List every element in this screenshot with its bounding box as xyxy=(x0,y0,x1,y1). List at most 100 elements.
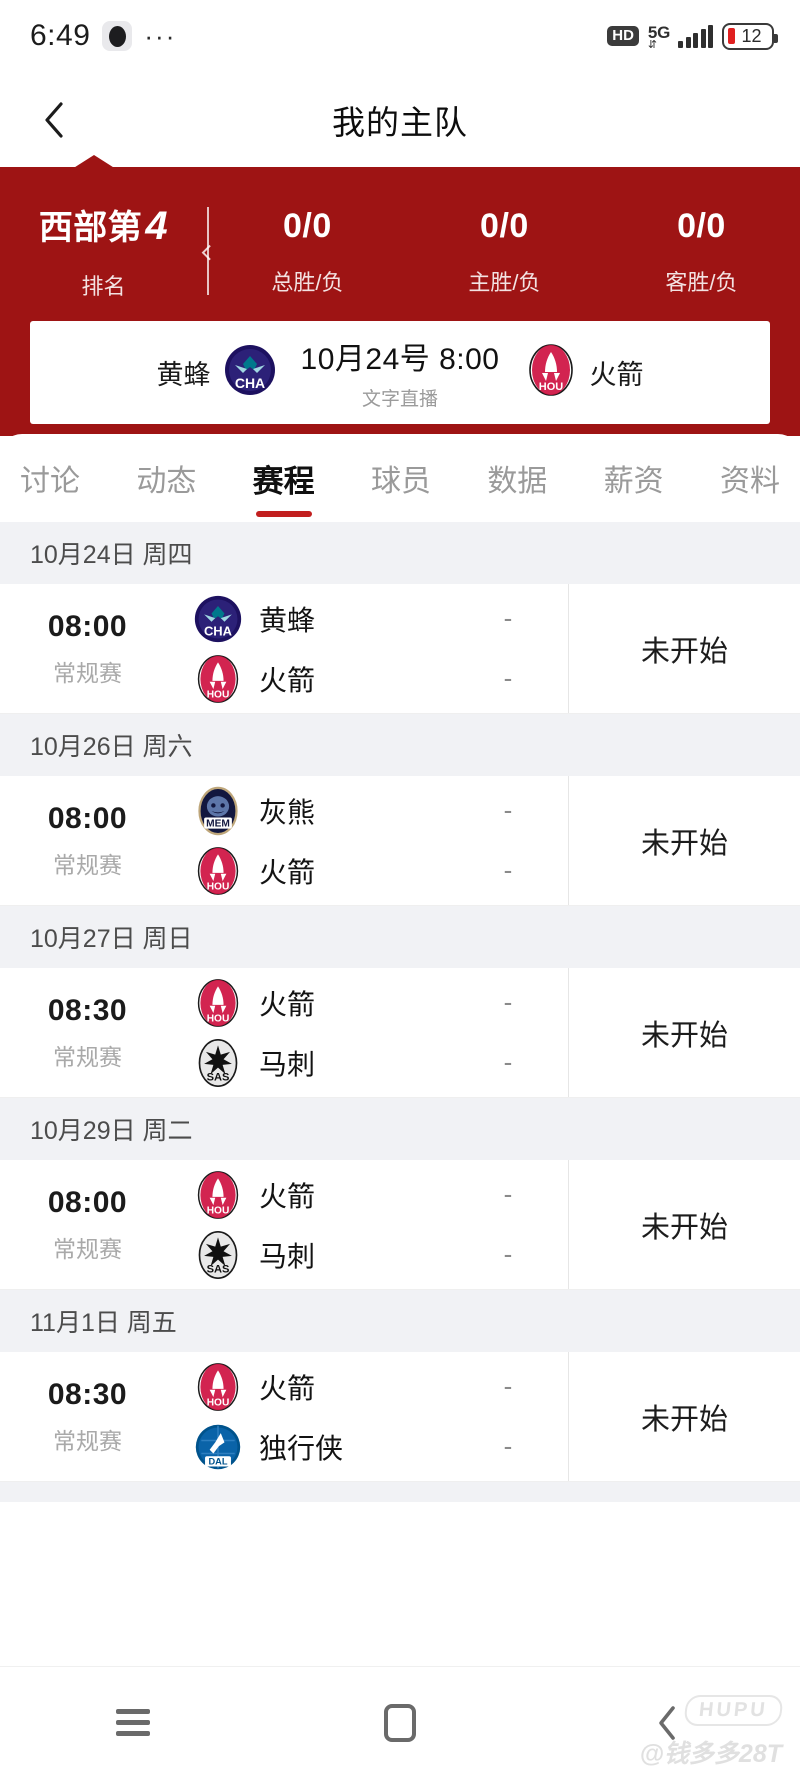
game-team-name: 火箭 xyxy=(259,1180,316,1212)
next-game-card[interactable]: 黄蜂 CHA 10月24号 8:00 文字直播 HOU 火箭 xyxy=(30,321,770,424)
game-time: 08:00 xyxy=(47,609,128,643)
team-hero-banner: 西部第4 排名 0/0 总胜/负 0/0 主胜/负 0/0 客胜/负 黄蜂 CH… xyxy=(0,155,800,436)
game-team-score: - xyxy=(503,1431,513,1461)
game-team-row: SAS 马刺 - xyxy=(175,1036,568,1090)
game-time-column: 08:00 常规赛 xyxy=(0,1160,175,1289)
mem-grizzlies-logo: MEM xyxy=(193,786,243,836)
stats-divider xyxy=(206,207,209,295)
game-team-name: 独行侠 xyxy=(259,1432,344,1464)
svg-text:HOU: HOU xyxy=(207,1205,230,1216)
next-game-info: 10月24号 8:00 文字直播 xyxy=(283,334,518,411)
schedule-date-header: 10月24日 周四 xyxy=(0,522,800,584)
game-kind: 常规赛 xyxy=(53,1427,122,1454)
stat-total-record[interactable]: 0/0 总胜/负 xyxy=(209,205,406,298)
schedule-game-row[interactable]: 08:30 常规赛 HOU 火箭 - xyxy=(0,1352,800,1482)
next-game-away-name: 火箭 xyxy=(589,360,644,390)
sas-spurs-logo: SAS xyxy=(193,1230,243,1280)
game-team-score: - xyxy=(503,603,513,633)
game-status: 未开始 xyxy=(568,1160,800,1289)
battery-fill xyxy=(728,28,735,44)
tab-bar: 讨论 动态 赛程 球员 数据 薪资 资料 xyxy=(0,434,800,522)
schedule-list: 10月24日 周四 08:00 常规赛 CHA 黄蜂 - HOU 火箭 - 未开… xyxy=(0,522,800,1502)
game-team-row: MEM 灰熊 - xyxy=(175,784,568,838)
tab-discussion[interactable]: 讨论 xyxy=(16,456,84,500)
data-arrows-icon: ⇵ xyxy=(647,38,658,51)
schedule-game-row[interactable]: 08:00 常规赛 MEM 灰熊 - HOU 火箭 - 未开始 xyxy=(0,776,800,906)
network-type-icon: 5G ⇵ xyxy=(647,22,670,51)
schedule-game-row[interactable]: 08:00 常规赛 HOU 火箭 - SAS 马刺 - 未开始 xyxy=(0,1160,800,1290)
next-game-away-side: HOU 火箭 xyxy=(518,343,733,402)
game-team-score: - xyxy=(503,663,513,693)
system-back-button[interactable] xyxy=(607,1704,727,1742)
page-title: 我的主队 xyxy=(332,103,468,141)
hou-rockets-logo: HOU xyxy=(193,1170,243,1220)
status-bar-left: 6:49 ··· xyxy=(30,19,176,53)
stat-home-record[interactable]: 0/0 主胜/负 xyxy=(406,205,603,298)
game-time-column: 08:00 常规赛 xyxy=(0,584,175,713)
game-team-name: 火箭 xyxy=(259,988,316,1020)
game-team-name: 黄蜂 xyxy=(259,604,316,636)
back-button[interactable] xyxy=(32,98,76,142)
tab-stats[interactable]: 数据 xyxy=(483,456,551,500)
tab-salary[interactable]: 薪资 xyxy=(600,456,668,500)
game-team-name: 火箭 xyxy=(259,664,316,696)
hd-icon: HD xyxy=(607,26,639,46)
network-label: 5G xyxy=(647,22,670,42)
next-game-home-name: 黄蜂 xyxy=(156,360,211,390)
stat-rank-number: 4 xyxy=(145,204,169,248)
tab-profile[interactable]: 资料 xyxy=(716,456,784,500)
game-team-row: HOU 火箭 - xyxy=(175,1360,568,1414)
tab-schedule[interactable]: 赛程 xyxy=(249,456,319,517)
game-team-name: 马刺 xyxy=(259,1240,316,1272)
game-time-column: 08:00 常规赛 xyxy=(0,776,175,905)
battery-icon: 12 xyxy=(722,22,778,50)
hou-rockets-logo: HOU xyxy=(193,1362,243,1412)
hou-rockets-logo: HOU xyxy=(193,846,243,896)
game-status: 未开始 xyxy=(568,968,800,1097)
svg-text:SAS: SAS xyxy=(207,1071,230,1083)
game-kind: 常规赛 xyxy=(53,1043,122,1070)
stat-rank-value: 西部第4 xyxy=(0,201,207,251)
svg-text:HOU: HOU xyxy=(207,881,230,892)
game-team-score: - xyxy=(503,855,513,885)
svg-text:CHA: CHA xyxy=(234,375,264,391)
svg-text:HOU: HOU xyxy=(207,689,230,700)
game-team-score: - xyxy=(503,795,513,825)
system-navigation-bar xyxy=(0,1666,800,1778)
cha-hornets-logo: CHA xyxy=(223,343,277,402)
game-team-row: CHA 黄蜂 - xyxy=(175,592,568,646)
status-time: 6:49 xyxy=(30,19,91,52)
home-button[interactable] xyxy=(340,1703,460,1742)
tab-label: 数据 xyxy=(487,465,548,498)
tab-news[interactable]: 动态 xyxy=(132,456,200,500)
next-game-home-side: 黄蜂 CHA xyxy=(68,343,283,402)
game-team-score: - xyxy=(503,1179,513,1209)
tab-label: 赛程 xyxy=(252,463,315,499)
game-team-score: - xyxy=(503,1239,513,1269)
schedule-game-row[interactable]: 08:00 常规赛 CHA 黄蜂 - HOU 火箭 - 未开始 xyxy=(0,584,800,714)
stat-away-record[interactable]: 0/0 客胜/负 xyxy=(603,205,800,298)
game-kind: 常规赛 xyxy=(53,659,122,686)
battery-percent: 12 xyxy=(741,25,762,46)
tabs-container: 讨论 动态 赛程 球员 数据 薪资 资料 xyxy=(0,434,800,522)
schedule-date-header: 10月27日 周日 xyxy=(0,906,800,968)
stat-rank[interactable]: 西部第4 排名 xyxy=(0,201,207,301)
schedule-game-row[interactable]: 08:30 常规赛 HOU 火箭 - xyxy=(0,968,800,1098)
game-team-name: 马刺 xyxy=(259,1048,316,1080)
dal-mavericks-logo: DAL xyxy=(193,1422,243,1472)
tab-label: 球员 xyxy=(370,465,431,498)
tab-players[interactable]: 球员 xyxy=(367,456,435,500)
status-bar: 6:49 ··· HD 5G ⇵ 12 xyxy=(0,0,800,72)
chevron-left-icon xyxy=(658,1705,675,1740)
game-team-row: HOU 火箭 - xyxy=(175,1168,568,1222)
game-team-row: HOU 火箭 - xyxy=(175,976,568,1030)
game-time: 08:30 xyxy=(47,993,128,1027)
svg-text:DAL: DAL xyxy=(208,1456,227,1466)
chevron-left-icon xyxy=(45,101,63,138)
hamburger-icon xyxy=(116,1709,151,1736)
game-team-name: 火箭 xyxy=(259,856,316,888)
recent-apps-button[interactable] xyxy=(73,1709,193,1736)
stat-away-value: 0/0 xyxy=(677,206,726,245)
game-team-name: 灰熊 xyxy=(259,796,316,828)
stat-total-label: 总胜/负 xyxy=(271,270,344,296)
